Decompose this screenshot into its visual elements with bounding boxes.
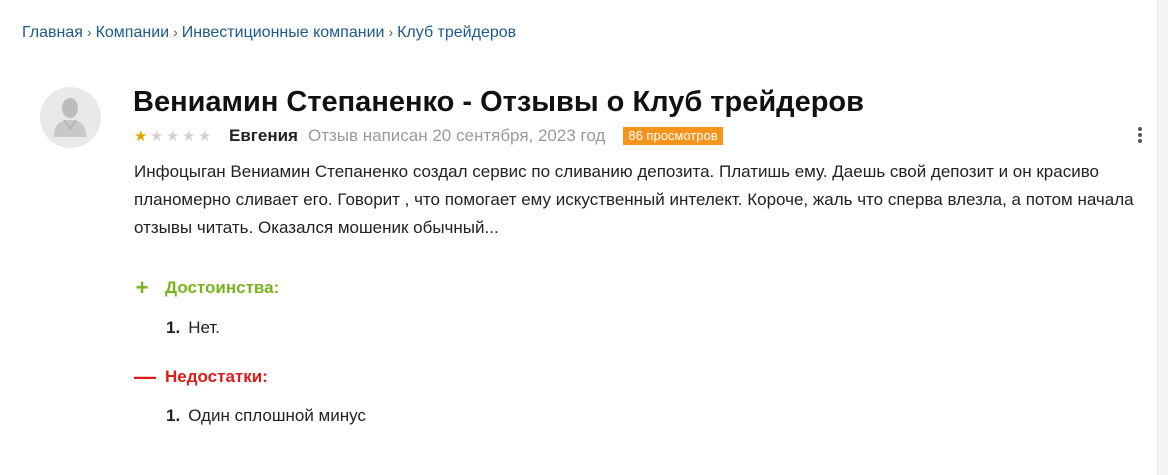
star-icon: ★ [182,127,196,145]
star-icon: ★ [134,127,148,145]
breadcrumb-traders-club[interactable]: Клуб трейдеров [397,24,516,41]
plus-icon: + [135,275,149,300]
cons-heading-label: Недостатки: [165,367,268,386]
list-text: Нет. [188,318,220,337]
cons-heading: — Недостатки: [134,364,268,389]
star-icon: ★ [150,127,164,145]
page-title: Вениамин Степаненко - Отзывы о Клуб трей… [133,86,864,118]
review-date: Отзыв написан 20 сентября, 2023 год [307,126,606,145]
breadcrumb-separator: › [173,24,178,40]
breadcrumb-home[interactable]: Главная [22,24,83,41]
list-text: Один сплошной минус [188,406,366,425]
breadcrumb: Главная › Компании › Инвестиционные компании… [22,24,516,42]
pros-heading-label: Достоинства: [165,278,280,297]
list-number: 1. [166,406,181,425]
breadcrumb-investment-companies[interactable]: Инвестиционные компании [182,24,385,41]
pros-heading: + Достоинства: [134,275,280,300]
kebab-menu-icon[interactable] [1133,127,1147,147]
views-badge: 86 просмотров [623,127,723,145]
review-meta: ★ ★ ★ ★ ★ Евгения Отзыв написан 20 сентября,… [134,125,723,147]
author-name[interactable]: Евгения [229,126,298,146]
cons-list-item: 1. Один сплошной минус [166,406,366,426]
breadcrumb-separator: › [388,24,394,40]
breadcrumb-separator: › [86,24,92,40]
minus-icon: — [134,364,156,389]
rating-stars: ★ ★ ★ ★ ★ [134,129,214,144]
star-icon: ★ [198,127,212,145]
review-card: Главная › Компании › Инвестиционные компании… [0,0,1158,475]
list-number: 1. [166,318,181,337]
pros-list-item: 1. Нет. [166,318,220,338]
user-silhouette-icon [40,87,101,148]
star-icon: ★ [166,127,180,145]
breadcrumb-companies[interactable]: Компании [96,24,170,41]
review-text: Инфоцыган Вениамин Степаненко создал сер… [134,162,1134,237]
